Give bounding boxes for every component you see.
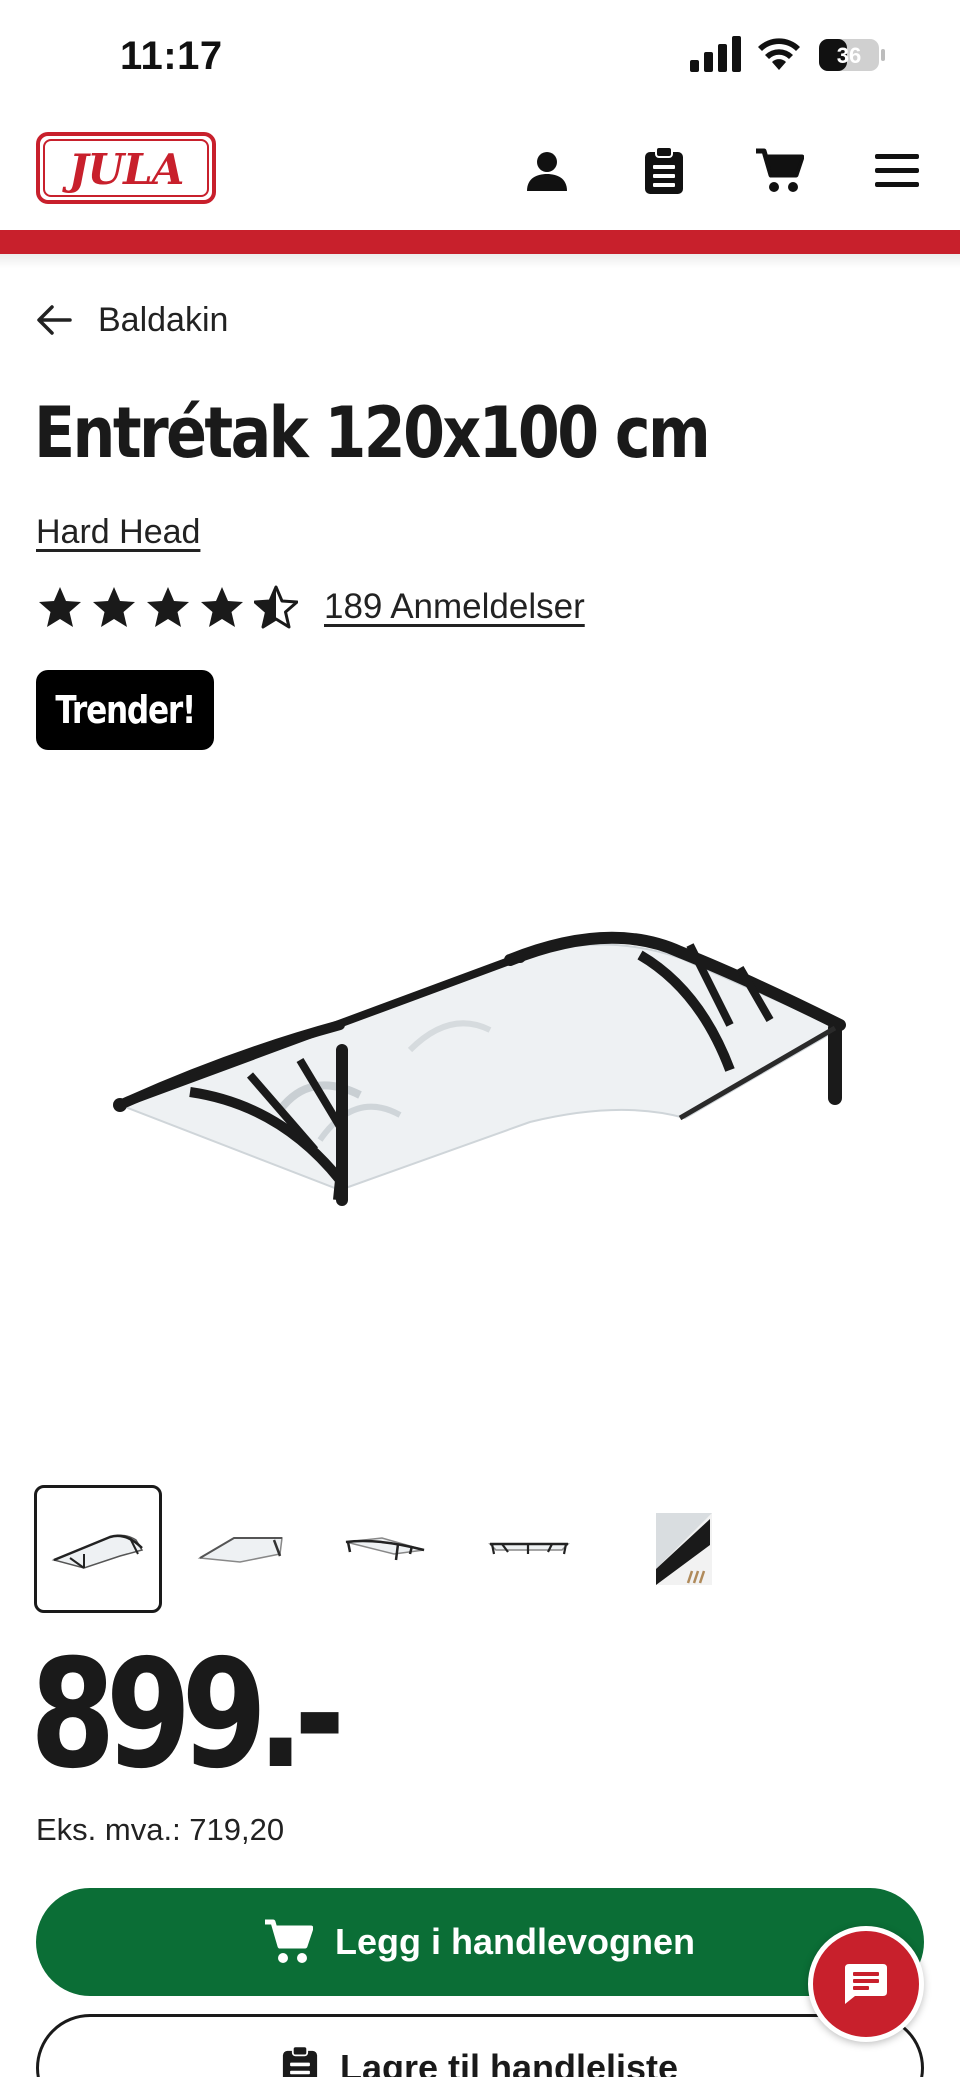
cart-button[interactable] [752, 143, 808, 199]
breadcrumb-label: Baldakin [98, 300, 229, 339]
trend-badge-label: Trender! [55, 688, 196, 732]
shopping-list-button[interactable] [636, 143, 692, 199]
thumbnail-5[interactable] [610, 1485, 738, 1613]
save-to-list-label: Lagre til handleliste [339, 2047, 679, 2077]
cart-icon [756, 148, 804, 192]
header-red-band [0, 230, 960, 254]
add-to-cart-label: Legg i handlevognen [334, 1921, 696, 1962]
product-price: 899.- [30, 1628, 345, 1802]
star-full-icon [147, 587, 189, 627]
price-ex-vat: Eks. mva.: 719,20 [36, 1812, 285, 1847]
wifi-icon [758, 38, 800, 70]
status-time: 11:17 [120, 34, 223, 78]
thumbnail-1[interactable] [34, 1485, 162, 1613]
thumbnail-strip [34, 1485, 738, 1615]
header-shadow [0, 254, 960, 268]
account-button[interactable] [519, 143, 575, 199]
logo-text: JULA [62, 145, 184, 194]
breadcrumb-back-link[interactable]: Baldakin [36, 296, 228, 344]
shopping-list-icon [282, 2046, 318, 2077]
save-to-list-button[interactable]: Lagre til handleliste [36, 2014, 924, 2077]
signal-icon [690, 36, 741, 72]
brand-link[interactable]: Hard Head [36, 513, 200, 552]
product-title: Entrétak 120x100 cm [34, 392, 711, 474]
star-full-icon [39, 587, 81, 627]
star-half-icon [254, 585, 298, 629]
shopping-list-icon [645, 147, 683, 194]
battery-level: 36 [837, 43, 861, 68]
user-icon [527, 152, 567, 191]
star-rating [38, 585, 298, 629]
site-header: JULA [0, 115, 960, 230]
cart-icon [264, 1919, 313, 1963]
arrow-left-icon [37, 305, 72, 335]
chat-icon [845, 1964, 887, 2004]
status-bar: 11:17 36 [0, 0, 960, 115]
star-full-icon [93, 587, 135, 627]
menu-icon [875, 154, 919, 187]
product-main-image[interactable] [80, 860, 880, 1240]
reviews-link[interactable]: 189 Anmeldelser [324, 587, 585, 627]
trend-badge: Trender! [36, 670, 214, 750]
jula-logo[interactable]: JULA [36, 132, 216, 204]
star-full-icon [201, 587, 243, 627]
thumbnail-2[interactable] [178, 1485, 306, 1613]
thumbnail-3[interactable] [322, 1485, 450, 1613]
add-to-cart-button[interactable]: Legg i handlevognen [36, 1888, 924, 1996]
rating-row: 189 Anmeldelser [38, 582, 585, 632]
battery-icon: 36 [819, 39, 885, 71]
chat-button[interactable] [808, 1926, 924, 2042]
thumbnail-4[interactable] [466, 1485, 594, 1613]
menu-button[interactable] [869, 143, 925, 199]
